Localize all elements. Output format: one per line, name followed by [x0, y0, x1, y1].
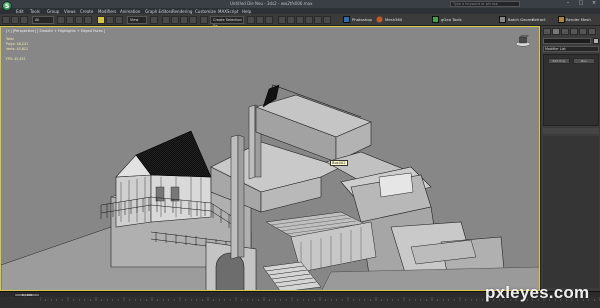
title-bar: Untitled Die Neu - 3ds2 - ww2tfs006.max …: [0, 0, 600, 8]
perspective-viewport[interactable]: [+] [Perspective] [ Smooth + Highlights …: [0, 26, 540, 291]
material-editor-button[interactable]: [296, 16, 304, 24]
tab-hierarchy[interactable]: [561, 28, 569, 35]
layer-button[interactable]: [265, 16, 273, 24]
minimize-button[interactable]: –: [562, 0, 574, 7]
main-toolbar: All View Create Selection Se Photoshop M…: [0, 14, 600, 28]
command-panel: Modifier List Edit Poly Box: [540, 26, 600, 291]
named-selection-set-select[interactable]: Create Selection Se: [210, 16, 244, 28]
align-button[interactable]: [256, 16, 264, 24]
modifier-stack[interactable]: Edit Poly Box: [543, 54, 599, 126]
render-icon[interactable]: [314, 16, 322, 24]
tab-modify[interactable]: [552, 28, 560, 35]
stats-value: 45,451: [14, 57, 26, 61]
render-mesh-label[interactable]: Render Mesh: [566, 17, 591, 22]
render-mesh-icon[interactable]: [558, 16, 565, 23]
object-color-swatch[interactable]: [593, 38, 599, 44]
angle-snap-button[interactable]: [171, 16, 179, 24]
maximize-button[interactable]: □: [575, 0, 587, 7]
tab-display[interactable]: [579, 28, 587, 35]
pivot-button[interactable]: [150, 16, 158, 24]
object-name-field[interactable]: [543, 38, 591, 44]
link-button[interactable]: [20, 16, 28, 24]
watermark-logo: pxleyes.com: [485, 283, 590, 302]
scale-icon[interactable]: [115, 16, 123, 24]
command-panel-tabs: [543, 28, 599, 35]
render-setup-button[interactable]: [305, 16, 313, 24]
mirror-button[interactable]: [247, 16, 255, 24]
stats-row: Verts: 43,812: [6, 47, 28, 52]
search-input[interactable]: Type a keyword or phrase: [450, 1, 520, 7]
snap-icon[interactable]: [162, 16, 170, 24]
app-logo-icon[interactable]: S: [2, 1, 12, 11]
statistics-overlay: Total Polys: 48,241 Verts: 43,812 FPS: 4…: [6, 37, 28, 62]
app-logo-letter: S: [5, 3, 10, 10]
scene-render[interactable]: [1, 27, 540, 291]
stats-label: FPS:: [6, 57, 14, 61]
batch-geoms-icon[interactable]: [499, 16, 506, 23]
edit-poly-button[interactable]: Edit Poly: [548, 58, 570, 64]
select-by-name-button[interactable]: [66, 16, 74, 24]
viewcube-icon[interactable]: [515, 35, 531, 47]
tab-create[interactable]: [543, 28, 551, 35]
stats-value: 48,241: [16, 42, 29, 46]
refract-label[interactable]: Refract: [532, 17, 546, 22]
box-button[interactable]: Box: [573, 58, 595, 64]
stats-label: Polys:: [6, 42, 16, 46]
percent-snap-button[interactable]: [180, 16, 188, 24]
parameters-rollout: [543, 136, 599, 288]
batch-geoms-label[interactable]: Batch Geoms: [508, 17, 533, 22]
stack-toolbar[interactable]: [543, 128, 599, 134]
photoshop-icon[interactable]: [343, 16, 350, 23]
spinner-snap-button[interactable]: [189, 16, 197, 24]
curve-editor-button[interactable]: [278, 16, 286, 24]
modifier-list-select[interactable]: Modifier List: [543, 46, 599, 52]
stats-value: 43,812: [16, 47, 29, 51]
redo-button[interactable]: [11, 16, 19, 24]
region-select-button[interactable]: [75, 16, 83, 24]
reference-coord-select[interactable]: View: [127, 16, 147, 24]
viewport-label[interactable]: [+] [Perspective] [ Smooth + Highlights …: [6, 29, 105, 33]
stats-label: Total: [6, 37, 14, 41]
rotate-icon[interactable]: [106, 16, 114, 24]
teapot-icon[interactable]: [323, 16, 331, 24]
mesh360-icon[interactable]: [376, 16, 383, 23]
edit-named-sets-button[interactable]: [200, 16, 208, 24]
select-icon[interactable]: [57, 16, 65, 24]
tab-motion[interactable]: [570, 28, 578, 35]
stats-label: Verts:: [6, 47, 16, 51]
photoshop-label[interactable]: Photoshop: [352, 17, 372, 22]
tab-utilities[interactable]: [588, 28, 596, 35]
selection-filter-select[interactable]: All: [32, 16, 54, 24]
stats-row: FPS: 45,451: [6, 57, 28, 62]
ggeo-tools-label[interactable]: gGeo Tools: [441, 17, 462, 22]
move-icon[interactable]: [97, 16, 105, 24]
window-crossing-button[interactable]: [84, 16, 92, 24]
undo-button[interactable]: [2, 16, 10, 24]
ggeo-tools-icon[interactable]: [432, 16, 439, 23]
object-tooltip: Box002: [330, 160, 348, 166]
schematic-button[interactable]: [287, 16, 295, 24]
close-button[interactable]: ×: [588, 0, 600, 7]
mesh360-label[interactable]: Mesh360: [385, 17, 402, 22]
window-title: Untitled Die Neu - 3ds2 - ww2tfs006.max: [230, 1, 313, 6]
